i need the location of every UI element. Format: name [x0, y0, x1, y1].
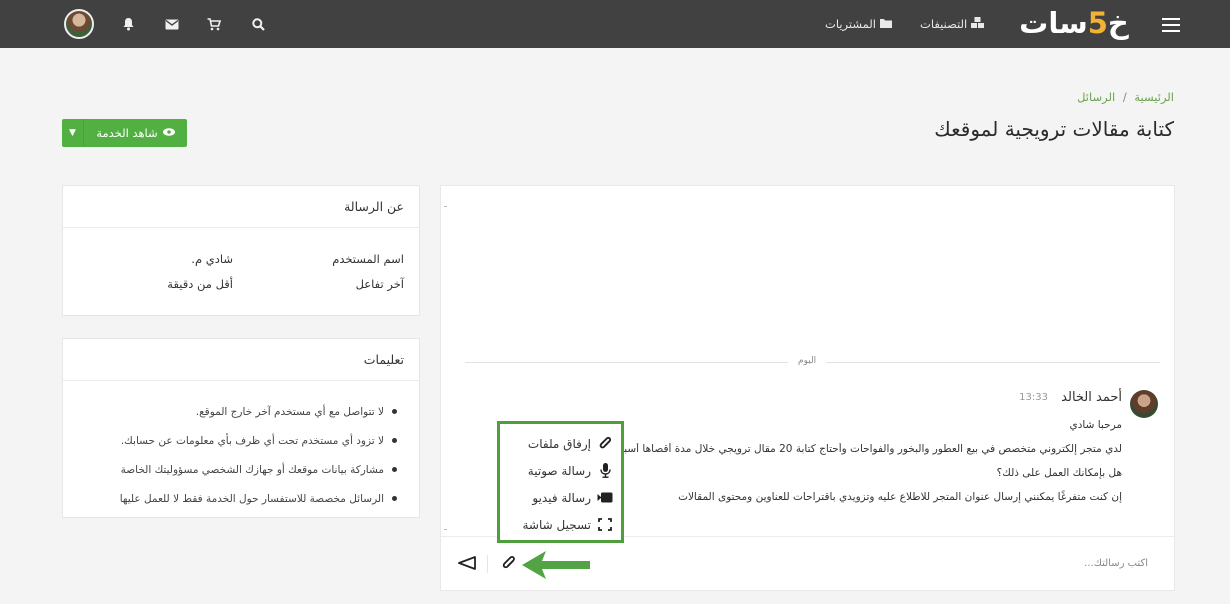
- view-service-button[interactable]: ▼ شاهد الخدمة: [62, 119, 187, 147]
- last-activity-label: آخر تفاعل: [355, 277, 404, 291]
- menu-item-video-message[interactable]: رسالة فيديو: [508, 484, 613, 511]
- menu-item-voice-message[interactable]: رسالة صوتية: [508, 457, 613, 484]
- message-line: مرحبا شادي: [1069, 419, 1122, 431]
- composer-divider: [487, 555, 488, 573]
- scrollbar-marker: [444, 529, 447, 530]
- page-title: كتابة مقالات ترويجية لموقعك: [934, 117, 1174, 141]
- username-value: شادي م.: [191, 252, 233, 266]
- sender-avatar[interactable]: [1130, 390, 1158, 418]
- list-item: لا تتواصل مع أي مستخدم آخر خارج الموقع.: [73, 397, 397, 426]
- paperclip-icon: [597, 436, 613, 451]
- breadcrumb-home[interactable]: الرئيسية: [1134, 90, 1174, 104]
- arrow-left-icon: [522, 551, 590, 579]
- instructions-title: تعليمات: [63, 339, 419, 381]
- list-item: لا تزود أي مستخدم تحت أي ظرف بأي معلومات…: [73, 426, 397, 455]
- search-icon[interactable]: [246, 12, 270, 36]
- microphone-icon: [597, 463, 613, 478]
- paperclip-icon[interactable]: [499, 552, 519, 574]
- hamburger-menu-icon[interactable]: [1162, 14, 1180, 34]
- chevron-down-icon[interactable]: ▼: [62, 119, 84, 147]
- scrollbar-marker: [444, 206, 447, 207]
- message-line: إن كنت متفرغًا يمكنني إرسال عنوان المتجر…: [678, 491, 1122, 503]
- message-input[interactable]: [608, 553, 1148, 573]
- menu-item-attach-files[interactable]: إرفاق ملفات: [508, 430, 613, 457]
- message-time: 13:33: [1019, 392, 1048, 403]
- sender-name[interactable]: أحمد الخالد: [1061, 390, 1122, 405]
- message-line: لدي متجر إلكتروني متخصص في بيع العطور وا…: [612, 443, 1122, 455]
- bell-icon[interactable]: [116, 12, 140, 36]
- about-panel-title: عن الرسالة: [63, 186, 419, 228]
- menu-item-screen-recording[interactable]: تسجيل شاشة: [508, 511, 613, 538]
- send-icon[interactable]: [457, 553, 477, 573]
- cubes-icon: [971, 17, 985, 31]
- username-label: اسم المستخدم: [332, 252, 404, 266]
- envelope-icon[interactable]: [160, 12, 184, 36]
- list-item: مشاركة بيانات موقعك أو جهازك الشخصي مسؤو…: [73, 455, 397, 484]
- view-service-label: شاهد الخدمة: [96, 126, 158, 140]
- instructions-list: لا تتواصل مع أي مستخدم آخر خارج الموقع. …: [63, 381, 419, 513]
- folder-icon: [879, 18, 892, 31]
- top-navbar: المشتريات التصنيفات خ5سات: [0, 0, 1230, 48]
- day-label: اليوم: [788, 356, 827, 366]
- eye-icon: [162, 127, 175, 139]
- nav-purchases[interactable]: المشتريات: [825, 16, 892, 32]
- about-message-panel: عن الرسالة اسم المستخدم شادي م. آخر تفاع…: [62, 185, 420, 316]
- user-avatar[interactable]: [64, 9, 94, 39]
- breadcrumb: الرئيسية / الرسائل: [1077, 90, 1174, 104]
- nav-purchases-label: المشتريات: [825, 17, 876, 31]
- instructions-panel: تعليمات لا تتواصل مع أي مستخدم آخر خارج …: [62, 338, 420, 518]
- breadcrumb-messages[interactable]: الرسائل: [1077, 90, 1115, 104]
- video-camera-icon: [597, 492, 613, 503]
- khamsat-logo[interactable]: خ5سات: [1013, 5, 1135, 41]
- last-activity-value: أقل من دقيقة: [167, 277, 233, 291]
- list-item: الرسائل مخصصة للاستفسار حول الخدمة فقط ل…: [73, 484, 397, 513]
- cart-icon[interactable]: [202, 12, 226, 36]
- nav-categories[interactable]: التصنيفات: [920, 16, 985, 32]
- attachment-menu: إرفاق ملفات رسالة صوتية رسالة فيديو تسجي…: [497, 421, 624, 543]
- message-line: هل بإمكانك العمل على ذلك؟: [996, 467, 1122, 479]
- nav-categories-label: التصنيفات: [920, 17, 968, 31]
- screen-record-icon: [597, 518, 613, 531]
